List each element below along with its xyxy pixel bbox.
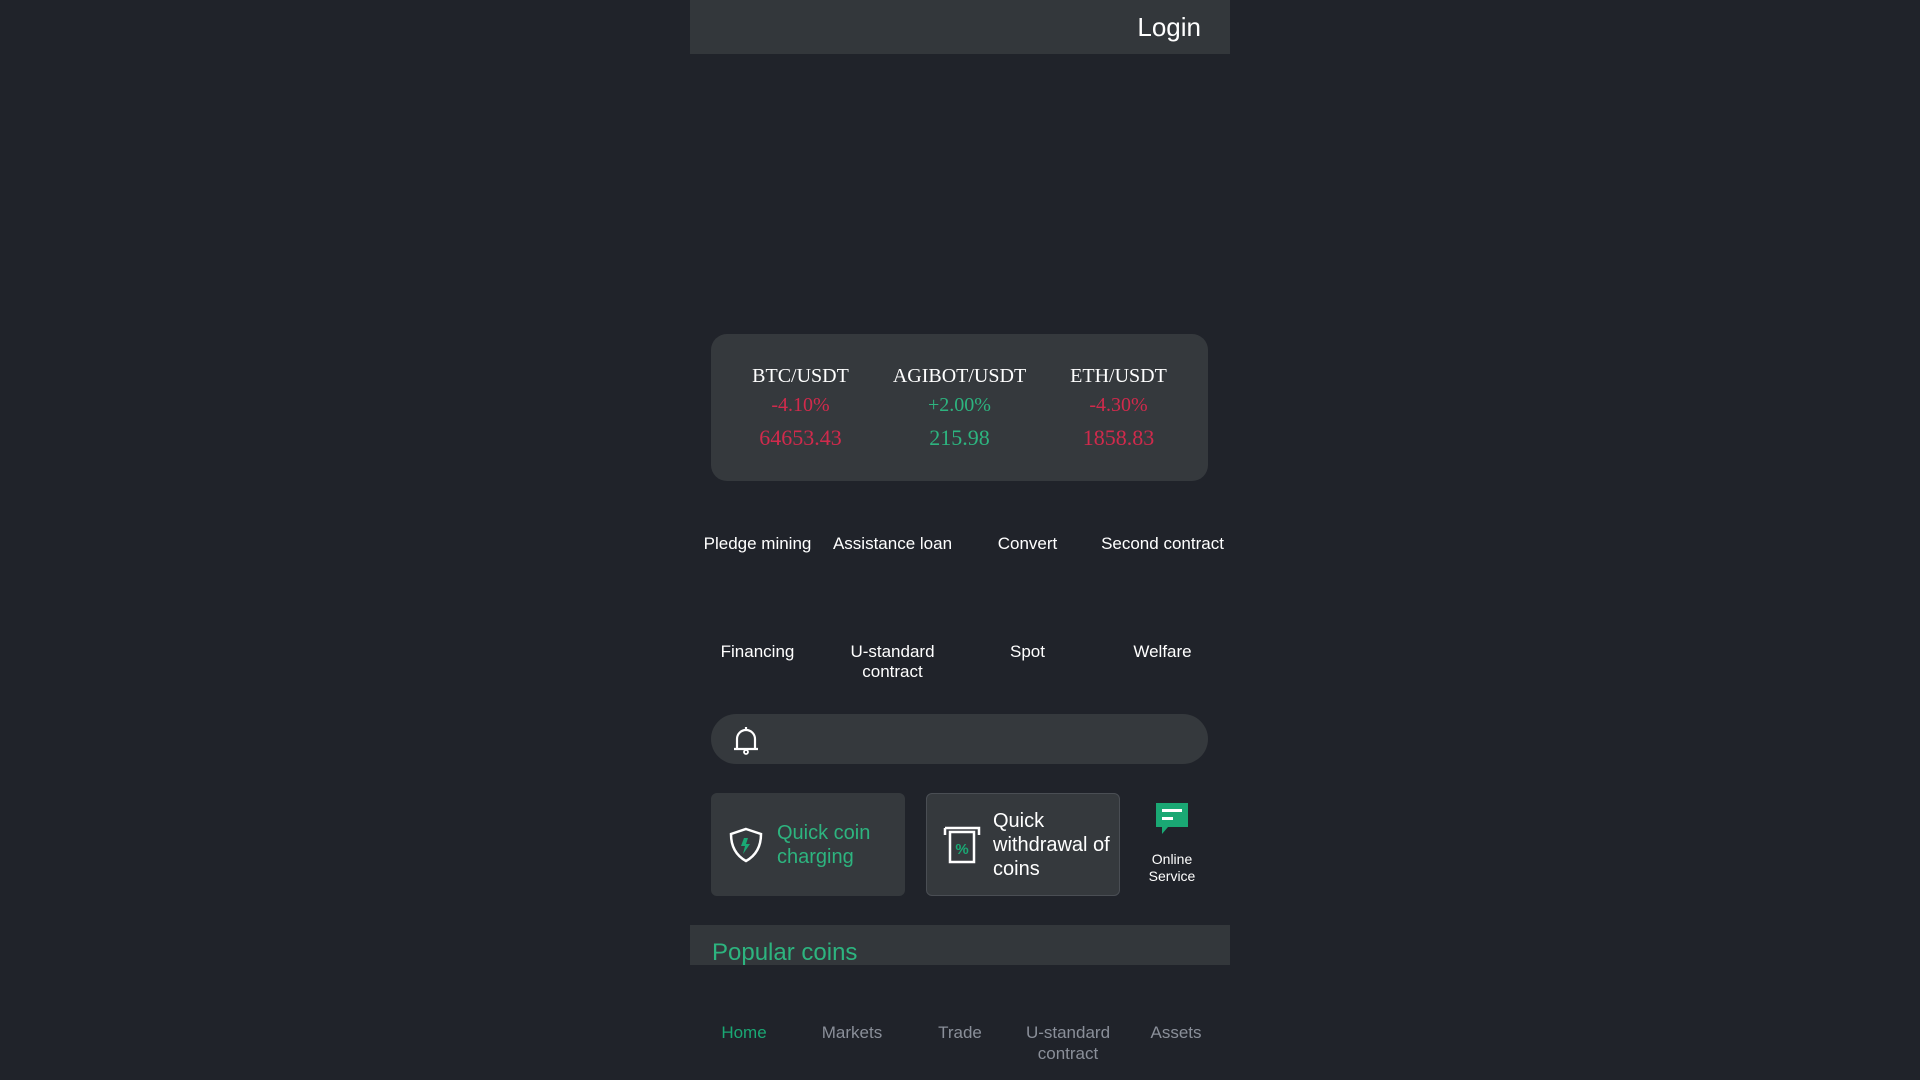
feature-menu: Pledge mining Assistance loan Convert Se… [690,534,1230,686]
menu-spot[interactable]: Spot [960,642,1095,686]
pair-name: BTC/USDT [752,364,849,387]
popular-coins-title: Popular coins [712,939,858,965]
header: Login [690,0,1230,54]
svg-text:%: % [955,841,968,858]
notice-bar[interactable] [711,714,1208,764]
ticker-card: BTC/USDT -4.10% 64653.43 AGIBOT/USDT +2.… [711,334,1208,481]
nav-u-standard-contract[interactable]: U-standard contract [1014,1022,1122,1064]
nav-trade[interactable]: Trade [906,1022,1014,1064]
app: Login BTC/USDT -4.10% 64653.43 AGIBOT/US… [690,0,1230,1080]
ticker-eth[interactable]: ETH/USDT -4.30% 1858.83 [1039,365,1198,451]
menu-second-contract[interactable]: Second contract [1095,534,1230,578]
quick-coin-charging-label: Quick coin charging [777,821,871,868]
pair-change: -4.30% [1089,393,1148,416]
online-service-label: Online Service [1148,851,1196,884]
online-service-button[interactable]: Online Service [1130,803,1214,885]
menu-financing[interactable]: Financing [690,642,825,686]
login-button[interactable]: Login [1137,12,1201,43]
bottom-nav: Home Markets Trade U-standard contract A… [690,1022,1230,1064]
nav-markets[interactable]: Markets [798,1022,906,1064]
menu-welfare[interactable]: Welfare [1095,642,1230,686]
pair-price: 215.98 [929,424,990,450]
menu-convert[interactable]: Convert [960,534,1095,578]
shield-bolt-icon [729,827,763,862]
pair-name: ETH/USDT [1070,364,1167,387]
pair-change: +2.00% [928,393,991,416]
quick-withdrawal-label: Quick withdrawal of coins [993,809,1110,880]
quick-coin-charging-button[interactable]: Quick coin charging [711,793,905,896]
nav-home[interactable]: Home [690,1022,798,1064]
quick-withdrawal-button[interactable]: % Quick withdrawal of coins [926,793,1120,896]
popular-coins-section: Popular coins [690,925,1230,965]
menu-pledge-mining[interactable]: Pledge mining [690,534,825,578]
pair-name: AGIBOT/USDT [892,364,1027,387]
nav-assets[interactable]: Assets [1122,1022,1230,1064]
ticker-agibot[interactable]: AGIBOT/USDT +2.00% 215.98 [880,365,1039,451]
bell-icon [734,727,758,755]
menu-u-standard-contract[interactable]: U-standard contract [825,642,960,686]
pair-price: 1858.83 [1082,424,1155,450]
withdraw-atm-icon: % [943,826,981,863]
pair-price: 64653.43 [759,424,842,450]
pair-change: -4.10% [771,393,830,416]
menu-assistance-loan[interactable]: Assistance loan [825,534,960,578]
chat-icon [1156,803,1188,834]
ticker-btc[interactable]: BTC/USDT -4.10% 64653.43 [721,365,880,451]
